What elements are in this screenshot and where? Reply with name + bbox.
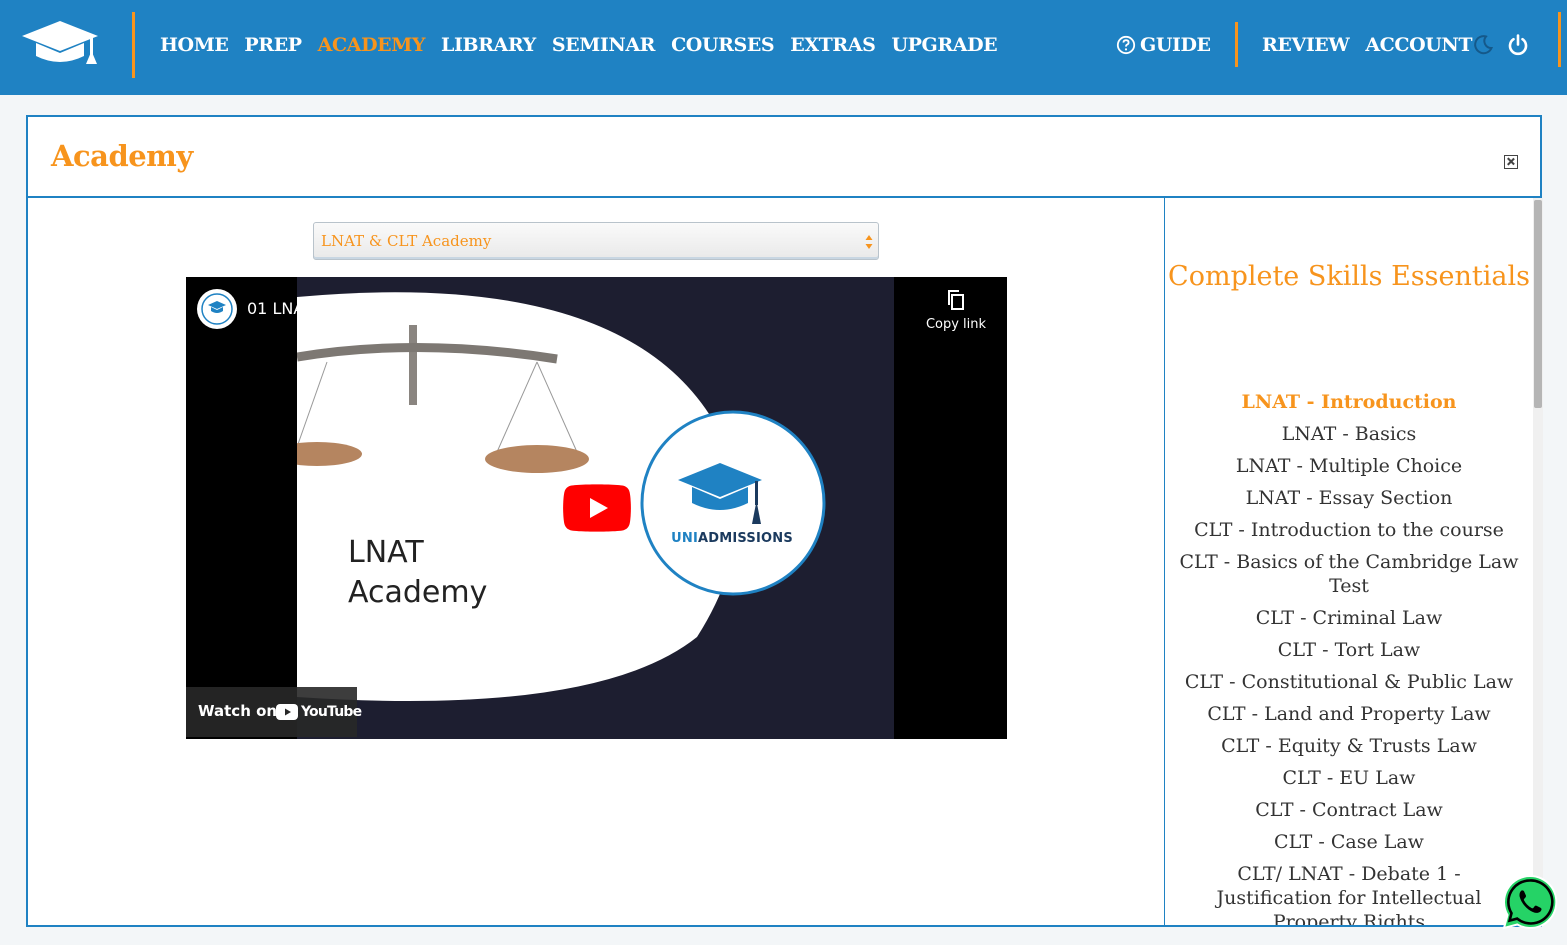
brand-uni: UNI xyxy=(671,531,698,546)
thumbnail-title-line1: LNAT xyxy=(348,535,424,570)
close-panel-button[interactable] xyxy=(1504,155,1518,169)
watch-on-youtube-button[interactable]: Watch on YouTube xyxy=(186,687,362,737)
moon-icon[interactable] xyxy=(1471,33,1495,57)
youtube-icon xyxy=(276,704,298,720)
guide-label: GUIDE xyxy=(1140,34,1211,56)
main-nav: HOME PREP ACADEMY LIBRARY SEMINAR COURSES EXTR… xyxy=(160,30,998,60)
thumbnail-title: LNAT Academy xyxy=(348,533,487,613)
whatsapp-chat-icon[interactable] xyxy=(1500,872,1560,932)
copy-link-label: Copy link xyxy=(925,317,987,332)
copy-icon xyxy=(948,290,964,310)
video-title[interactable]: 01 LNAT Introduction xyxy=(247,299,415,318)
lesson-item[interactable]: LNAT - Introduction xyxy=(1179,390,1519,414)
thumbnail-title-line2: Academy xyxy=(348,575,488,610)
sidebar-scrollbar[interactable] xyxy=(1533,198,1543,925)
youtube-wordmark: YouTube xyxy=(301,704,362,720)
nav-item-home[interactable]: HOME xyxy=(160,30,229,60)
academy-select[interactable]: LNAT & CLT Academy xyxy=(313,222,879,260)
channel-logo-icon xyxy=(201,293,233,325)
course-title: Complete Skills Essentials xyxy=(1168,261,1530,292)
channel-avatar[interactable] xyxy=(197,289,237,329)
lesson-item[interactable]: CLT - EU Law xyxy=(1179,766,1519,790)
nav-edge-divider xyxy=(1558,12,1561,67)
lesson-list: LNAT - Introduction LNAT - Basics LNAT - M… xyxy=(1179,390,1519,925)
youtube-video-player[interactable]: LNAT Academy UNIADMISSIONS 01 LNAT Intro… xyxy=(186,277,1007,739)
nav-item-prep[interactable]: PREP xyxy=(244,30,302,60)
youtube-logo: YouTube xyxy=(276,702,362,722)
lesson-item[interactable]: CLT - Tort Law xyxy=(1179,638,1519,662)
page-title: Academy xyxy=(51,139,193,173)
lesson-sidebar[interactable]: Complete Skills Essentials LNAT - Introd… xyxy=(1164,198,1540,925)
copy-link-button[interactable]: Copy link xyxy=(916,289,996,332)
lesson-item[interactable]: LNAT - Essay Section xyxy=(1179,486,1519,510)
academy-panel: Academy LNAT & CLT Academy LNAT Academy … xyxy=(26,115,1543,927)
help-circle-icon xyxy=(1116,35,1136,55)
panel-header: Academy xyxy=(28,117,1540,198)
lesson-item[interactable]: CLT - Land and Property Law xyxy=(1179,702,1519,726)
nav-item-academy[interactable]: ACADEMY xyxy=(318,30,426,60)
academy-select-value: LNAT & CLT Academy xyxy=(321,232,492,250)
main-content: LNAT & CLT Academy LNAT Academy UNIADMIS… xyxy=(28,198,1164,925)
lesson-item[interactable]: CLT - Constitutional & Public Law xyxy=(1179,670,1519,694)
nav-item-account[interactable]: ACCOUNT xyxy=(1365,30,1472,60)
guide-link[interactable]: GUIDE xyxy=(1116,30,1211,60)
lesson-item[interactable]: CLT - Contract Law xyxy=(1179,798,1519,822)
nav-item-extras[interactable]: EXTRAS xyxy=(790,30,876,60)
lesson-item[interactable]: CLT - Criminal Law xyxy=(1179,606,1519,630)
lesson-item[interactable]: CLT - Equity & Trusts Law xyxy=(1179,734,1519,758)
nav-item-seminar[interactable]: SEMINAR xyxy=(552,30,656,60)
graduation-cap-logo[interactable] xyxy=(20,18,100,68)
lesson-item[interactable]: CLT - Case Law xyxy=(1179,830,1519,854)
nav-item-library[interactable]: LIBRARY xyxy=(441,30,536,60)
brand-admissions: ADMISSIONS xyxy=(697,531,793,546)
select-arrows-icon xyxy=(865,235,873,249)
nav-divider xyxy=(132,12,135,78)
nav-item-courses[interactable]: COURSES xyxy=(671,30,775,60)
nav-divider-right xyxy=(1235,22,1238,67)
lesson-item[interactable]: LNAT - Multiple Choice xyxy=(1179,454,1519,478)
account-nav: REVIEW ACCOUNT xyxy=(1262,30,1473,60)
lesson-item[interactable]: CLT - Introduction to the course xyxy=(1179,518,1519,542)
uniadmissions-wordmark: UNIADMISSIONS xyxy=(667,531,797,546)
lesson-item[interactable]: LNAT - Basics xyxy=(1179,422,1519,446)
nav-item-review[interactable]: REVIEW xyxy=(1262,30,1350,60)
top-navigation-bar: HOME PREP ACADEMY LIBRARY SEMINAR COURSES EXTR… xyxy=(0,0,1567,95)
watch-on-label: Watch on xyxy=(198,702,278,720)
play-button-icon[interactable] xyxy=(563,484,631,532)
power-icon[interactable] xyxy=(1506,33,1530,57)
lesson-item[interactable]: CLT - Basics of the Cambridge Law Test xyxy=(1179,550,1519,598)
scrollbar-thumb[interactable] xyxy=(1534,200,1542,408)
lesson-item[interactable]: CLT/ LNAT - Debate 1 - Justification for… xyxy=(1179,862,1519,925)
nav-item-upgrade[interactable]: UPGRADE xyxy=(891,30,997,60)
